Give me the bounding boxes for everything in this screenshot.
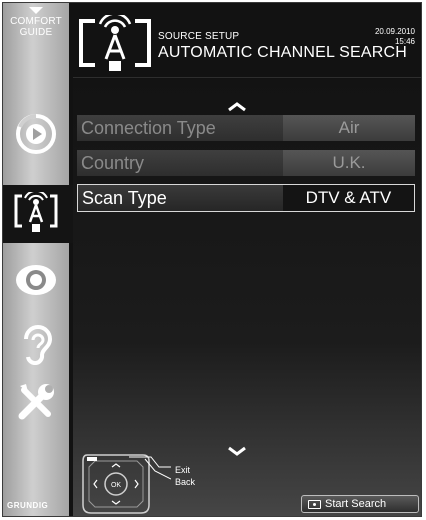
- header-divider: [73, 77, 421, 78]
- page-subtitle: SOURCE SETUP: [158, 31, 240, 42]
- settings-tools-icon[interactable]: [11, 379, 61, 425]
- comfort-guide-arrow-icon[interactable]: [29, 7, 43, 14]
- brand-logo: GRUNDIG: [7, 501, 49, 510]
- remote-navpad-icon: OK: [81, 447, 172, 516]
- menu-row-value: DTV & ATV: [282, 185, 414, 211]
- exit-hint: Exit: [175, 465, 191, 475]
- back-hint: Back: [175, 477, 196, 487]
- media-icon[interactable]: [11, 111, 61, 157]
- menu-row-connection-type[interactable]: Connection Type Air: [77, 115, 415, 141]
- menu-row-scan-type[interactable]: Scan Type DTV & ATV: [77, 184, 415, 212]
- start-search-button[interactable]: Start Search: [301, 495, 419, 513]
- start-search-label: Start Search: [325, 498, 387, 510]
- source-setup-icon[interactable]: [11, 191, 61, 237]
- menu-row-value: U.K.: [283, 150, 415, 176]
- time-text: 15:46: [394, 37, 415, 46]
- sound-ear-icon[interactable]: [11, 321, 61, 367]
- datetime: 20.09.2010 15:46: [375, 27, 415, 47]
- menu-row-country[interactable]: Country U.K.: [77, 150, 415, 176]
- menu-row-label: Scan Type: [78, 185, 283, 211]
- remote-button-icon: [308, 499, 321, 509]
- scroll-down-icon[interactable]: [227, 443, 247, 461]
- header-source-setup-icon: [75, 12, 155, 80]
- tv-menu-screen: COMFORT GUIDE GRUNDIG SOURCE SETUP AUTOM…: [2, 2, 422, 517]
- menu-row-label: Connection Type: [77, 115, 283, 141]
- menu-row-label: Country: [77, 150, 283, 176]
- navpad-ok-label: OK: [111, 482, 121, 489]
- menu-row-value: Air: [283, 115, 415, 141]
- picture-eye-icon[interactable]: [11, 257, 61, 303]
- date-text: 20.09.2010: [374, 27, 415, 36]
- page-title: AUTOMATIC CHANNEL SEARCH: [158, 44, 407, 61]
- sidebar: COMFORT GUIDE GRUNDIG: [3, 3, 73, 516]
- comfort-guide-label[interactable]: COMFORT GUIDE: [3, 16, 69, 38]
